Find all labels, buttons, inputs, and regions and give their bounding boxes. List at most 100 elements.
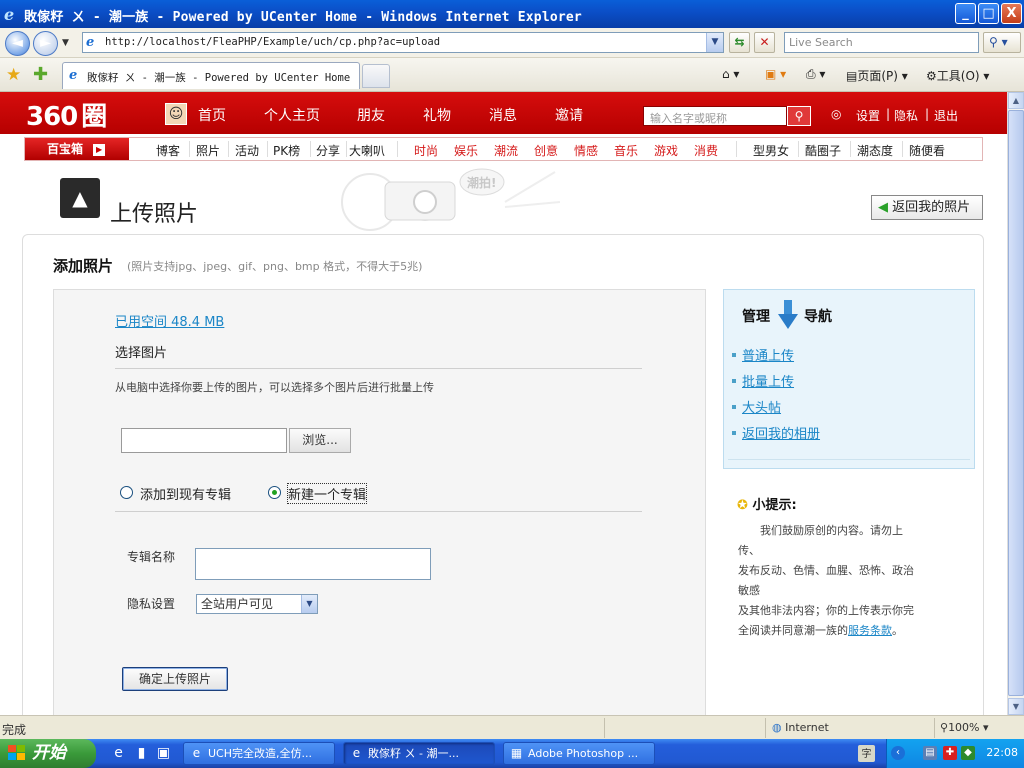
minimize-button[interactable]: _: [955, 3, 976, 24]
cat-speaker[interactable]: 大喇叭: [349, 142, 385, 159]
link-avatar-sticker[interactable]: 大头帖: [742, 397, 781, 416]
cat-stylish[interactable]: 型男女: [753, 142, 789, 159]
user-search-icon[interactable]: ⚲: [787, 106, 811, 126]
browse-button[interactable]: 浏览...: [289, 428, 351, 453]
close-window-button[interactable]: X: [1001, 3, 1022, 24]
radio-new-album[interactable]: [268, 486, 281, 499]
logout-link[interactable]: 退出: [934, 107, 958, 124]
task-uch[interactable]: e UCH完全改造,全仿...: [183, 742, 335, 765]
cat-events[interactable]: 活动: [235, 142, 259, 159]
clock: 22:08: [986, 746, 1018, 759]
tab-page-icon: e: [69, 68, 78, 83]
cat-consumer[interactable]: 消费: [694, 142, 718, 159]
submit-upload-button[interactable]: 确定上传照片: [122, 667, 228, 691]
volume-icon[interactable]: ◆: [961, 746, 975, 760]
home-icon[interactable]: ⌂ ▾: [722, 67, 739, 81]
divider: [604, 718, 605, 738]
vertical-scrollbar[interactable]: ▲ ▼: [1007, 92, 1024, 715]
nav-home[interactable]: 首页: [198, 105, 226, 125]
logo-text: 圈: [81, 102, 107, 132]
address-bar[interactable]: e http://localhost/FleaPHP/Example/uch/c…: [82, 32, 724, 53]
cat-share[interactable]: 分享: [316, 142, 340, 159]
print-icon[interactable]: ⎙ ▾: [806, 67, 825, 82]
terms-link[interactable]: 服务条款: [848, 624, 892, 637]
radio-new-label[interactable]: 新建一个专辑: [286, 483, 368, 504]
scroll-thumb[interactable]: [1008, 110, 1024, 696]
cat-pk[interactable]: PK榜: [273, 142, 300, 159]
tools-menu[interactable]: ⚙工具(O) ▾: [926, 67, 989, 84]
radio-existing-label[interactable]: 添加到现有专辑: [140, 484, 231, 503]
cat-photos[interactable]: 照片: [196, 142, 220, 159]
add-favorites-icon[interactable]: ✚: [33, 64, 48, 85]
site-logo[interactable]: 360 圈: [26, 96, 107, 133]
back-to-photos-label: 返回我的照片: [892, 200, 971, 215]
tray-arrow-icon[interactable]: ‹: [891, 746, 905, 760]
stop-icon[interactable]: ✕: [754, 32, 775, 53]
file-path-input[interactable]: [121, 428, 287, 453]
divider: [267, 141, 268, 157]
page-menu[interactable]: ▤页面(P) ▾: [846, 67, 908, 84]
tab-current[interactable]: e 敗傢籽 ㄨ - 潮一族 - Powered by UCenter Home: [62, 62, 360, 89]
link-normal-upload[interactable]: 普通上传: [742, 345, 794, 364]
search-input[interactable]: Live Search: [784, 32, 979, 53]
radio-existing-album[interactable]: [120, 486, 133, 499]
security-shield-icon[interactable]: ✚: [943, 746, 957, 760]
favorites-star-icon[interactable]: ★: [6, 65, 21, 85]
window-title-bar[interactable]: e 敗傢籽 ㄨ - 潮一族 - Powered by UCenter Home …: [0, 0, 1024, 28]
header-separator: |: [925, 107, 930, 121]
cat-trend[interactable]: 潮流: [494, 142, 518, 159]
cat-creative[interactable]: 创意: [534, 142, 558, 159]
start-button[interactable]: 开始: [0, 739, 96, 768]
ie-quicklaunch-icon[interactable]: e: [110, 745, 127, 762]
maximize-button[interactable]: □: [978, 3, 999, 24]
cat-random[interactable]: 随便看: [909, 142, 945, 159]
privacy-select[interactable]: 全站用户可见 ▼: [196, 594, 318, 614]
ime-icon[interactable]: 字: [858, 745, 875, 762]
new-tab-button[interactable]: [362, 64, 390, 88]
user-search-input[interactable]: 输入名字或昵称: [643, 106, 787, 126]
cat-games[interactable]: 游戏: [654, 142, 678, 159]
baibao-button[interactable]: 百宝箱 ▶: [25, 138, 129, 160]
system-tray: ‹ ▤ ✚ ◆ 22:08: [886, 739, 1024, 768]
nav-invite[interactable]: 邀请: [555, 105, 583, 125]
cat-fashion[interactable]: 时尚: [414, 142, 438, 159]
back-to-photos-button[interactable]: ◀ 返回我的照片: [871, 195, 983, 220]
settings-link[interactable]: 设置: [856, 107, 880, 124]
refresh-icon[interactable]: ⇆: [729, 32, 750, 53]
used-space-link[interactable]: 已用空间 48.4 MB: [115, 311, 224, 330]
back-button[interactable]: ◄: [5, 31, 30, 56]
cat-emotion[interactable]: 情感: [574, 142, 598, 159]
nav-gifts[interactable]: 礼物: [423, 105, 451, 125]
zoom-level[interactable]: ⚲100% ▾: [940, 721, 989, 734]
feeds-icon[interactable]: ▣ ▾: [765, 67, 786, 81]
divider: [850, 141, 851, 157]
avatar[interactable]: ☺: [165, 103, 187, 125]
album-name-input[interactable]: [195, 548, 431, 580]
privacy-link[interactable]: 隐私: [894, 107, 918, 124]
history-dropdown-icon[interactable]: ▼: [62, 38, 69, 48]
scroll-down-icon[interactable]: ▼: [1008, 698, 1024, 715]
tip-line: 传、: [738, 544, 760, 557]
nav-messages[interactable]: 消息: [489, 105, 517, 125]
nav-friends[interactable]: 朋友: [357, 105, 385, 125]
cat-circles[interactable]: 酷圈子: [805, 142, 841, 159]
network-icon[interactable]: ▤: [923, 746, 937, 760]
divider: [346, 141, 347, 157]
link-batch-upload[interactable]: 批量上传: [742, 371, 794, 390]
search-go-button[interactable]: ⚲ ▾: [983, 32, 1021, 53]
address-dropdown-icon[interactable]: ▼: [706, 33, 723, 52]
task-browser-active[interactable]: e 敗傢籽 ㄨ - 潮一...: [343, 742, 495, 765]
scroll-up-icon[interactable]: ▲: [1008, 92, 1024, 109]
link-back-to-album[interactable]: 返回我的相册: [742, 423, 820, 442]
cat-entertainment[interactable]: 娱乐: [454, 142, 478, 159]
media-quicklaunch-icon[interactable]: ▣: [155, 745, 172, 762]
address-url[interactable]: http://localhost/FleaPHP/Example/uch/cp.…: [105, 36, 440, 48]
cat-attitude[interactable]: 潮态度: [857, 142, 893, 159]
task-photoshop[interactable]: ▦ Adobe Photoshop ...: [503, 742, 655, 765]
forward-button[interactable]: ►: [33, 31, 58, 56]
desktop-quicklaunch-icon[interactable]: ▮: [133, 745, 150, 762]
cat-music[interactable]: 音乐: [614, 142, 638, 159]
chevron-down-icon[interactable]: ▼: [301, 595, 317, 613]
cat-blog[interactable]: 博客: [156, 142, 180, 159]
nav-profile[interactable]: 个人主页: [264, 105, 320, 125]
